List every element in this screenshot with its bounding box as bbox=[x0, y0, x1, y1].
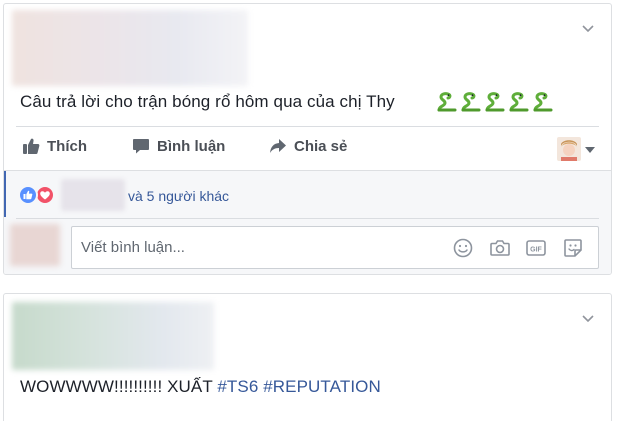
chevron-down-icon[interactable] bbox=[581, 22, 595, 36]
love-reaction-icon bbox=[35, 185, 55, 205]
feed-post: Câu trả lời cho trận bóng rổ hôm qua của… bbox=[3, 3, 612, 275]
post-message: WOWWWW!!!!!!!!!! XUẤT #TS6 #REPUTATION bbox=[20, 377, 381, 397]
share-label: Chia sẻ bbox=[294, 137, 348, 155]
reactor-name-blurred bbox=[61, 179, 125, 211]
snake-emoji-icon bbox=[437, 92, 457, 112]
like-label: Thích bbox=[47, 137, 87, 155]
hashtag-link[interactable]: #TS6 bbox=[217, 377, 258, 396]
caret-down-icon[interactable] bbox=[585, 147, 595, 153]
reaction-icons[interactable] bbox=[18, 185, 55, 205]
post-author-header-blurred bbox=[12, 302, 214, 370]
share-button[interactable]: Chia sẻ bbox=[269, 137, 347, 155]
divider bbox=[16, 126, 599, 127]
snake-emoji-icon bbox=[461, 92, 481, 112]
like-reaction-icon bbox=[18, 185, 38, 205]
comment-input[interactable] bbox=[81, 239, 441, 256]
camera-icon[interactable] bbox=[489, 237, 511, 259]
snake-emoji-icon bbox=[485, 92, 505, 112]
profile-avatar-icon bbox=[557, 137, 581, 161]
comment-label: Bình luận bbox=[157, 137, 226, 155]
sticker-icon[interactable] bbox=[562, 237, 584, 259]
divider bbox=[16, 218, 599, 219]
accent-bar bbox=[4, 171, 6, 217]
snake-emoji-row bbox=[436, 91, 554, 113]
like-button[interactable]: Thích bbox=[22, 137, 87, 155]
feedback-section: và 5 người khác GIF bbox=[4, 170, 611, 274]
emoji-icon[interactable] bbox=[452, 237, 474, 259]
comment-button[interactable]: Bình luận bbox=[132, 137, 225, 155]
post-author-header-blurred bbox=[12, 10, 248, 86]
gif-icon[interactable]: GIF bbox=[525, 237, 547, 259]
reactions-others-link[interactable]: và 5 người khác bbox=[128, 188, 229, 204]
thumbs-up-icon bbox=[23, 138, 40, 154]
audience-avatar[interactable] bbox=[557, 137, 581, 161]
post-message: Câu trả lời cho trận bóng rổ hôm qua của… bbox=[20, 92, 395, 111]
post-message-text: WOWWWW!!!!!!!!!! XUẤT bbox=[20, 377, 218, 396]
snake-emoji-icon bbox=[533, 92, 553, 112]
feed-post: WOWWWW!!!!!!!!!! XUẤT #TS6 #REPUTATION bbox=[3, 293, 612, 421]
avatar bbox=[10, 224, 60, 266]
comment-composer: GIF bbox=[71, 226, 599, 269]
share-arrow-icon bbox=[270, 139, 286, 153]
chevron-down-icon[interactable] bbox=[581, 312, 595, 326]
snake-emoji-icon bbox=[509, 92, 529, 112]
hashtag-link[interactable]: #REPUTATION bbox=[263, 377, 381, 396]
post-actions-bar: Thích Bình luận Chia sẻ bbox=[4, 130, 611, 164]
svg-text:GIF: GIF bbox=[530, 247, 542, 254]
comment-bubble-icon bbox=[133, 139, 149, 154]
